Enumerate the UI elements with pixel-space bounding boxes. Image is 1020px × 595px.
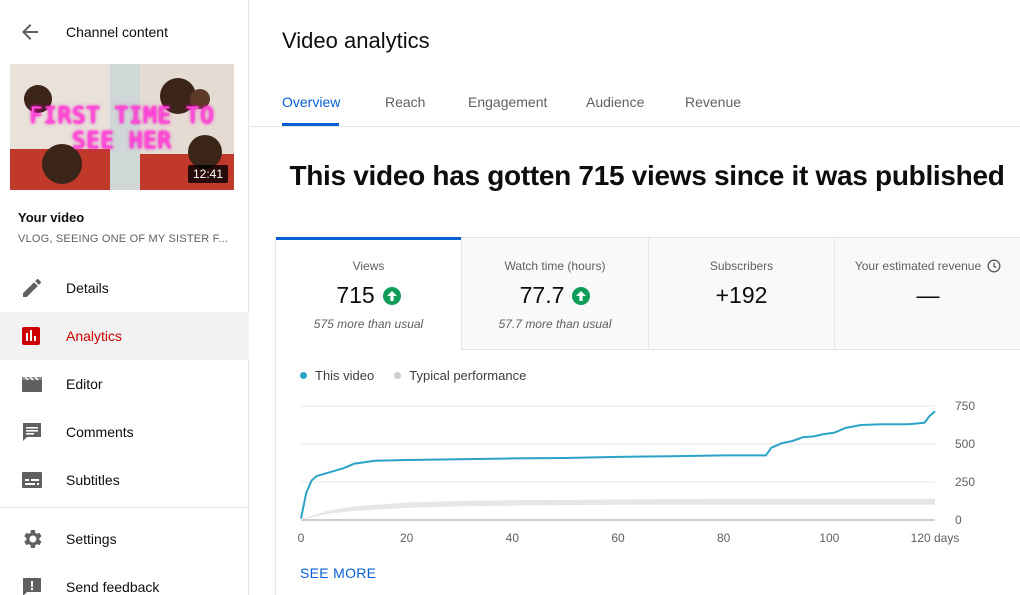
sidebar: Channel content FIRST TIME TO SEE HER 12…	[0, 0, 249, 595]
sidebar-item-label: Settings	[66, 531, 117, 547]
see-more-link[interactable]: SEE MORE	[300, 565, 376, 581]
metric-value-row: +192	[649, 282, 834, 309]
sidebar-item-analytics[interactable]: Analytics	[0, 312, 249, 360]
sidebar-item-label: Editor	[66, 376, 103, 392]
metric-comparison: 575 more than usual	[313, 317, 424, 331]
metric-comparison: 57.7 more than usual	[498, 317, 612, 331]
sidebar-header: Channel content	[0, 0, 249, 64]
metric-value: 77.7	[519, 282, 565, 308]
sidebar-item-subtitles[interactable]: Subtitles	[0, 456, 249, 504]
x-tick-label: 0	[298, 531, 305, 545]
sidebar-item-send-feedback[interactable]: Send feedback	[0, 563, 249, 595]
metric-estimated-revenue[interactable]: Your estimated revenue —	[834, 238, 1020, 350]
tab-bar: Overview Reach Engagement Audience Reven…	[250, 80, 1020, 127]
video-title: VLOG, SEEING ONE OF MY SISTER F...	[18, 233, 229, 245]
active-tab-indicator	[282, 123, 339, 126]
y-tick-label: 0	[955, 513, 962, 527]
legend-item-this-video[interactable]: This video	[300, 368, 374, 383]
x-tick-label: 100	[819, 531, 839, 545]
sidebar-item-label: Comments	[66, 424, 134, 440]
metric-watch-time[interactable]: Watch time (hours) 77.7 57.7 more than u…	[461, 238, 648, 350]
metric-value-row: 77.7	[462, 282, 648, 309]
y-tick-label: 500	[955, 437, 975, 451]
metric-views[interactable]: Views 715 575 more than usual	[276, 237, 461, 350]
video-duration: 12:41	[187, 165, 228, 183]
thumbnail-overlay-text: FIRST TIME TO SEE HER	[29, 104, 215, 154]
sidebar-item-editor[interactable]: Editor	[0, 360, 249, 408]
x-tick-label: 20	[400, 531, 414, 545]
metric-tabs: Views 715 575 more than usual Watch time…	[276, 237, 1020, 350]
sidebar-item-label: Analytics	[66, 328, 123, 344]
metric-value: +192	[715, 282, 768, 308]
tab-revenue[interactable]: Revenue	[685, 94, 741, 110]
metric-label: Your estimated revenue	[854, 259, 982, 273]
x-tick-label: 80	[717, 531, 731, 545]
x-tick-label: 40	[506, 531, 520, 545]
headline: This video has gotten 715 views since it…	[289, 160, 1005, 191]
views-line-chart[interactable]: 750 500 250 0 0 20 40 60 80 100 120 days	[276, 388, 1020, 548]
metric-value-row: 715	[276, 282, 461, 309]
legend-swatch	[394, 372, 402, 379]
trend-up-icon	[572, 286, 591, 305]
tab-engagement[interactable]: Engagement	[468, 94, 547, 110]
clock-icon	[987, 259, 1001, 273]
page-title: Video analytics	[282, 28, 430, 53]
sidebar-item-label: Details	[66, 280, 109, 296]
comment-icon	[20, 420, 44, 444]
metric-value-row: —	[835, 282, 1020, 309]
back-arrow-icon[interactable]	[18, 20, 42, 44]
sidebar-item-comments[interactable]: Comments	[0, 408, 249, 456]
pencil-icon	[20, 276, 44, 300]
gear-icon	[20, 527, 44, 551]
tab-overview[interactable]: Overview	[282, 94, 340, 110]
video-thumbnail[interactable]: FIRST TIME TO SEE HER 12:41	[10, 64, 234, 190]
x-tick-label: 120 days	[911, 531, 960, 545]
sidebar-divider	[0, 507, 249, 508]
y-tick-label: 250	[955, 475, 975, 489]
active-metric-indicator	[276, 237, 461, 240]
x-tick-label: 60	[611, 531, 625, 545]
y-tick-label: 750	[955, 399, 975, 413]
chart-legend: This video Typical performance	[300, 368, 526, 383]
analytics-icon	[20, 324, 44, 348]
sidebar-item-label: Subtitles	[66, 472, 120, 488]
metric-subscribers[interactable]: Subscribers +192	[648, 238, 834, 350]
sidebar-title: Channel content	[66, 24, 168, 40]
metric-value: 715	[336, 282, 375, 308]
clapperboard-icon	[20, 372, 44, 396]
your-video-label: Your video	[18, 210, 85, 225]
legend-label: This video	[315, 368, 375, 383]
legend-item-typical[interactable]: Typical performance	[394, 368, 526, 383]
metric-label-row: Your estimated revenue	[835, 259, 1020, 273]
tab-reach[interactable]: Reach	[385, 94, 425, 110]
typical-performance-band	[301, 498, 935, 520]
sidebar-item-settings[interactable]: Settings	[0, 515, 249, 563]
metric-value: —	[916, 282, 940, 308]
legend-swatch	[300, 372, 307, 379]
analytics-card: Views 715 575 more than usual Watch time…	[275, 237, 1020, 595]
subtitles-icon	[20, 468, 44, 492]
sidebar-item-details[interactable]: Details	[0, 264, 249, 312]
sidebar-item-label: Send feedback	[66, 579, 160, 595]
tab-audience[interactable]: Audience	[586, 94, 644, 110]
metric-label: Views	[352, 259, 385, 273]
legend-label: Typical performance	[409, 368, 527, 383]
trend-up-icon	[382, 286, 401, 305]
feedback-icon	[20, 575, 44, 595]
metric-label: Watch time (hours)	[504, 259, 606, 273]
metric-label: Subscribers	[709, 259, 774, 273]
